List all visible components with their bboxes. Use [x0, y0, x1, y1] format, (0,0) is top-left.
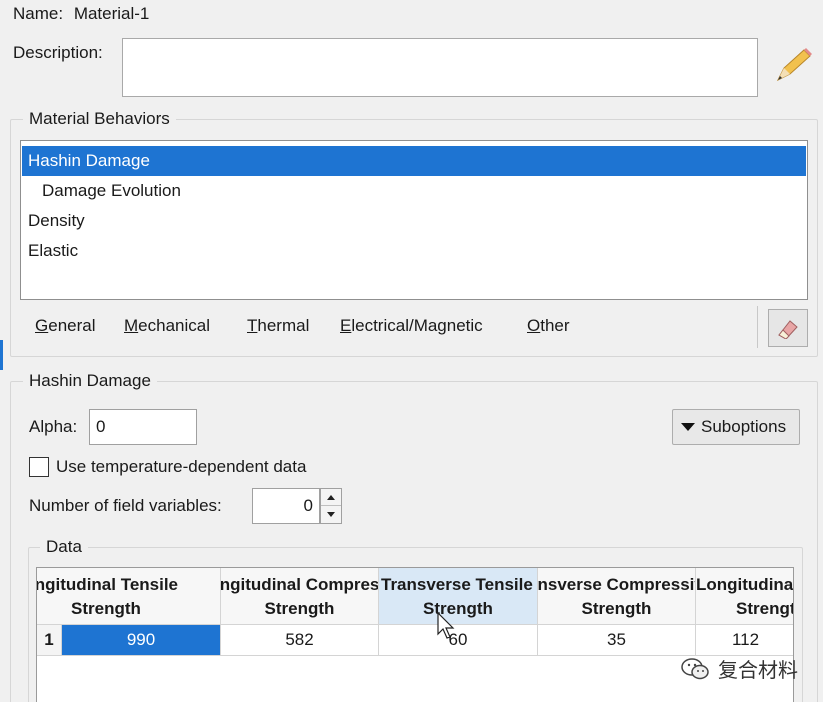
name-value: Material-1 — [73, 4, 150, 23]
column-header-line1: Longitudinal Compressive — [221, 575, 379, 594]
watermark: 复合材料 — [680, 654, 798, 683]
menu-other[interactable]: Other — [527, 316, 570, 336]
arrow-down-icon — [327, 512, 335, 517]
column-header-line2: Strength — [736, 599, 793, 618]
mouse-cursor-icon — [437, 611, 457, 640]
window-edge-accent — [0, 340, 3, 370]
dropdown-arrow-icon — [681, 423, 695, 431]
column-header-line2: Strength — [264, 599, 335, 618]
temperature-dependent-checkbox[interactable] — [29, 457, 49, 477]
menu-electrical-mnemonic: E — [340, 316, 352, 335]
wechat-icon — [681, 657, 709, 679]
menu-general[interactable]: General — [35, 316, 96, 336]
column-header-longitudinal-compressive[interactable]: Longitudinal Compressive Strength — [221, 568, 379, 625]
behaviors-list[interactable]: Hashin Damage Damage Evolution Density E… — [20, 140, 808, 300]
table-cell[interactable]: 112 — [696, 625, 793, 656]
column-header-line1: Longitudinal — [696, 575, 794, 594]
menu-other-rest: ther — [540, 316, 570, 335]
menu-electrical-rest: lectrical/Magnetic — [351, 316, 483, 335]
table-cell[interactable]: 35 — [538, 625, 696, 656]
table-cell[interactable]: 582 — [221, 625, 379, 656]
behavior-damage-evolution[interactable]: Damage Evolution — [22, 176, 806, 206]
spin-up-button[interactable] — [321, 489, 341, 506]
column-header-longitudinal-tensile[interactable]: Longitudinal Tensile Strength — [37, 568, 221, 625]
menu-thermal-mnemonic: T — [247, 316, 258, 335]
behavior-menu-bar: General Mechanical Thermal Electrical/Ma… — [20, 306, 758, 348]
column-header-transverse-tensile[interactable]: Transverse Tensile Strength — [379, 568, 538, 625]
behavior-elastic[interactable]: Elastic — [22, 236, 806, 266]
column-header-line1: Transverse Tensile — [381, 575, 533, 594]
menu-separator — [757, 306, 758, 348]
eraser-icon — [778, 320, 798, 339]
edit-pencil-icon[interactable] — [770, 46, 814, 86]
arrow-up-icon — [327, 494, 335, 500]
material-behaviors-title: Material Behaviors — [23, 109, 176, 129]
description-label: Description: — [13, 43, 103, 62]
hashin-damage-title: Hashin Damage — [23, 371, 157, 391]
menu-other-mnemonic: O — [527, 316, 541, 335]
menu-mechanical-mnemonic: M — [124, 316, 139, 335]
eraser-button[interactable] — [768, 309, 808, 347]
behavior-density[interactable]: Density — [22, 206, 806, 236]
table-cell[interactable]: 60 — [379, 625, 538, 656]
name-row: Name: Material-1 — [13, 4, 149, 24]
column-header-line2: Strength — [581, 599, 652, 618]
alpha-input[interactable]: 0 — [89, 409, 197, 445]
description-field[interactable] — [122, 38, 758, 97]
suboptions-button[interactable]: Suboptions — [672, 409, 800, 445]
column-header-line2: Strength — [423, 599, 493, 618]
spin-down-button[interactable] — [321, 506, 341, 523]
field-variables-input[interactable]: 0 — [252, 488, 320, 524]
behavior-hashin-damage[interactable]: Hashin Damage — [22, 146, 806, 176]
menu-general-mnemonic: G — [35, 316, 49, 335]
name-label: Name: — [13, 4, 64, 23]
suboptions-label: Suboptions — [701, 417, 787, 436]
row-header-1[interactable]: 1 — [37, 625, 62, 656]
data-title: Data — [40, 537, 88, 557]
field-variables-label: Number of field variables: — [29, 496, 222, 515]
column-header-line1: Longitudinal Tensile — [37, 575, 179, 594]
field-variables-spinner[interactable] — [320, 488, 342, 524]
menu-mechanical[interactable]: Mechanical — [124, 316, 210, 336]
menu-general-rest: eneral — [48, 316, 96, 335]
menu-thermal-rest: hermal — [257, 316, 310, 335]
column-header-line1: Transverse Compressive — [538, 575, 695, 594]
column-header-transverse-compressive[interactable]: Transverse Compressive Strength — [538, 568, 696, 625]
menu-thermal[interactable]: Thermal — [247, 316, 309, 336]
menu-electrical-magnetic[interactable]: Electrical/Magnetic — [340, 316, 483, 336]
alpha-label: Alpha: — [29, 417, 78, 436]
temperature-dependent-label: Use temperature-dependent data — [56, 457, 307, 476]
column-header-longitudinal[interactable]: Longitudinal Strength — [696, 568, 794, 625]
table-cell[interactable]: 990 — [62, 625, 221, 656]
watermark-text: 复合材料 — [718, 660, 798, 682]
menu-mechanical-rest: echanical — [138, 316, 210, 335]
column-header-line2: Strength — [71, 599, 141, 618]
